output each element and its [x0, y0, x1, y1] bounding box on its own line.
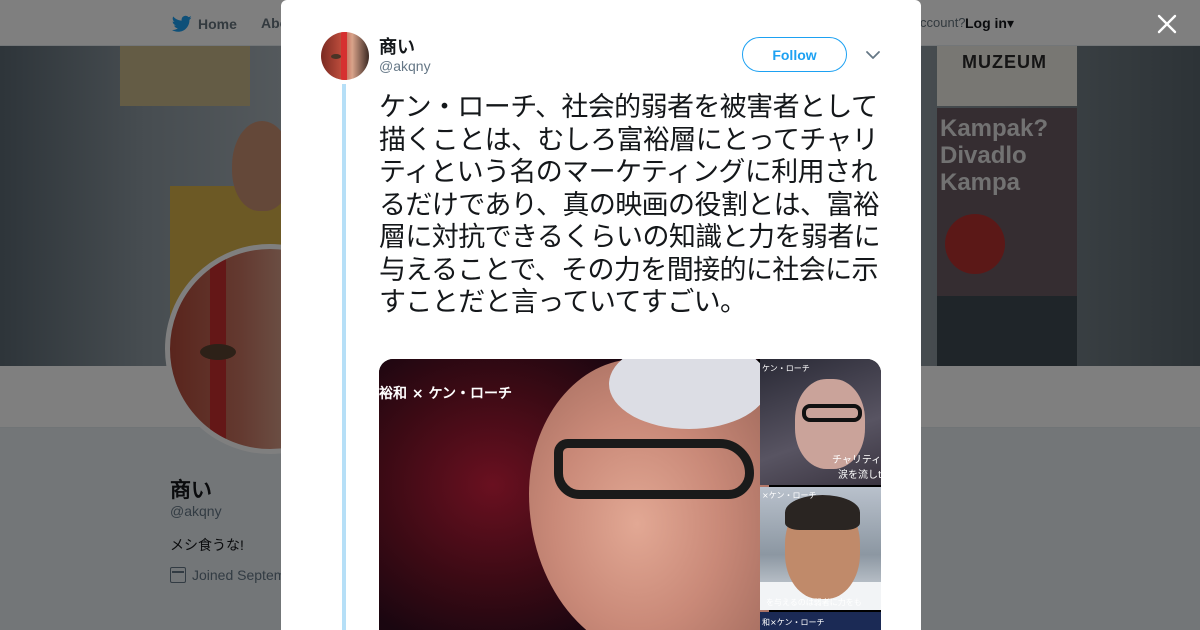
- tweet-media-grid: 裕和 × ケン・ローチ ケン・ローチ チャリティ 涙を流しt ×ケン・ローチ を…: [379, 359, 881, 630]
- media-caption: チャリティ: [832, 455, 881, 466]
- media-caption: 裕和 × ケン・ローチ: [379, 386, 513, 402]
- tweet-modal: 商い @akqny Follow ケン・ローチ、社会的弱者を被害者として描くこと…: [281, 0, 921, 630]
- media-caption: 和×ケン・ローチ: [762, 618, 825, 627]
- follow-button[interactable]: Follow: [742, 37, 847, 72]
- close-icon: [1157, 14, 1177, 34]
- thread-line: [342, 84, 346, 630]
- media-photo-side[interactable]: 和×ケン・ローチ: [760, 612, 881, 630]
- media-caption: を与えるのは弱者に力をも: [766, 598, 862, 607]
- close-button[interactable]: [1153, 10, 1181, 38]
- photo-detail: [554, 439, 754, 499]
- media-caption: 涙を流しt: [838, 470, 881, 481]
- author-handle[interactable]: @akqny: [379, 58, 431, 74]
- photo-detail: [802, 404, 862, 422]
- media-caption: ケン・ローチ: [762, 364, 810, 373]
- author-avatar[interactable]: [321, 32, 369, 80]
- author-name[interactable]: 商い: [379, 33, 415, 59]
- media-photo-side[interactable]: ×ケン・ローチ を与えるのは弱者に力をも: [760, 487, 881, 610]
- chevron-down-icon[interactable]: [864, 46, 882, 64]
- avatar-detail: [331, 54, 341, 59]
- tweet-text: ケン・ローチ、社会的弱者を被害者として描くことは、むしろ富裕層にとってチャリティ…: [379, 92, 881, 318]
- media-photo-main[interactable]: 裕和 × ケン・ローチ: [379, 359, 769, 630]
- media-photo-side[interactable]: ケン・ローチ チャリティ 涙を流しt: [760, 359, 881, 485]
- media-caption: ×ケン・ローチ: [762, 491, 817, 500]
- avatar-detail: [341, 32, 347, 80]
